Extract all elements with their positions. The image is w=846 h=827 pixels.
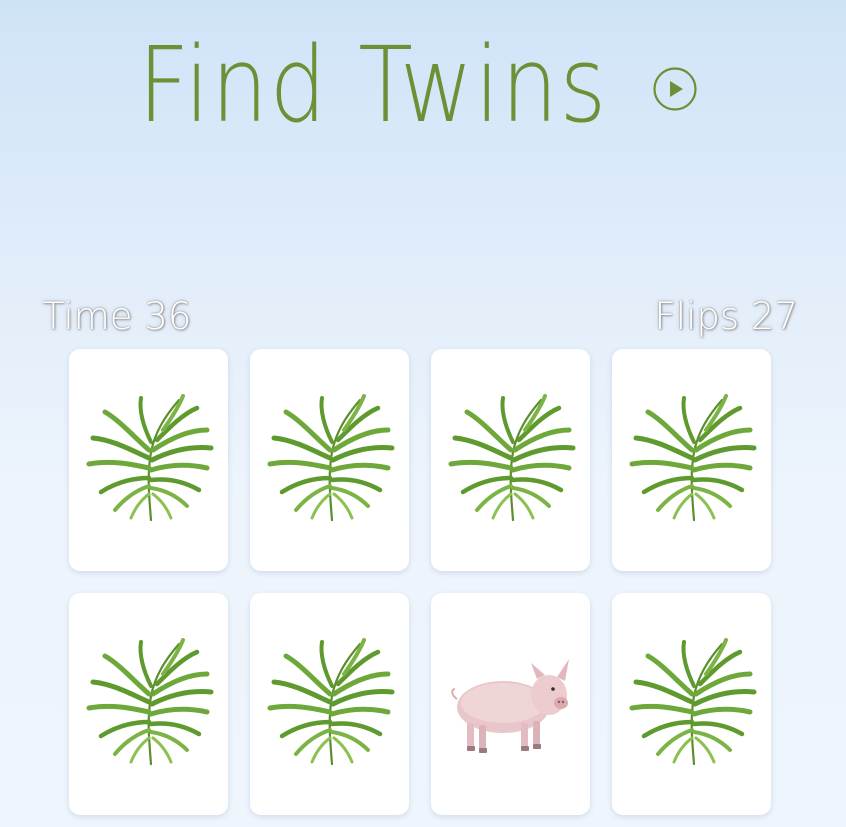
page-title: Find Twins: [138, 24, 608, 146]
play-circle-icon[interactable]: [653, 67, 697, 111]
palm-leaf-icon: [260, 634, 400, 774]
card-6[interactable]: [250, 593, 409, 815]
time-counter: Time 36: [42, 295, 192, 338]
palm-leaf-icon: [441, 390, 581, 530]
card-7-face-up[interactable]: [431, 593, 590, 815]
card-board: [69, 349, 771, 815]
pig-icon: [441, 649, 581, 759]
card-1[interactable]: [69, 349, 228, 571]
card-8[interactable]: [612, 593, 771, 815]
palm-leaf-icon: [79, 390, 219, 530]
card-5[interactable]: [69, 593, 228, 815]
flips-counter: Flips 27: [654, 295, 798, 338]
card-4[interactable]: [612, 349, 771, 571]
palm-leaf-icon: [622, 634, 762, 774]
card-3[interactable]: [431, 349, 590, 571]
palm-leaf-icon: [79, 634, 219, 774]
palm-leaf-icon: [260, 390, 400, 530]
card-2[interactable]: [250, 349, 409, 571]
palm-leaf-icon: [622, 390, 762, 530]
